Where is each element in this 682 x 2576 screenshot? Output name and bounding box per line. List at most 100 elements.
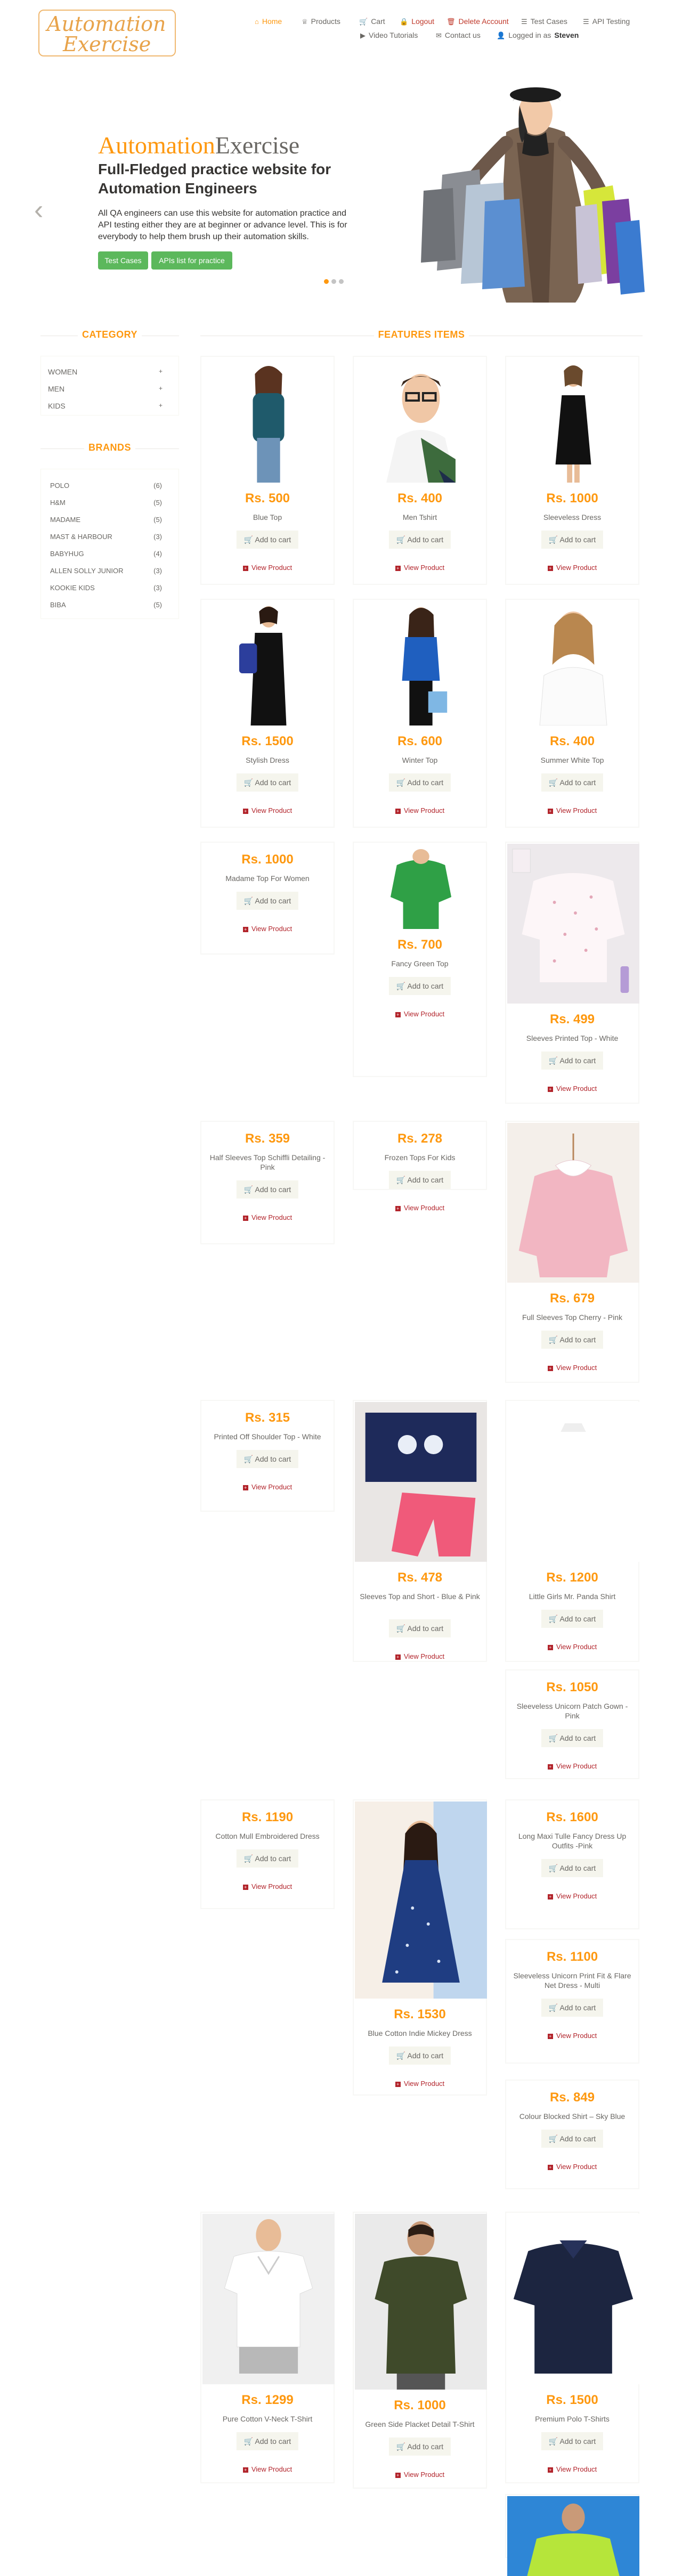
brand-babyhug[interactable]: Babyhug (4)	[50, 550, 162, 558]
nav-video-tutorials[interactable]: ▶ Video Tutorials	[360, 30, 418, 40]
add-to-cart-button[interactable]: 🛒 Add to cart	[388, 977, 451, 995]
view-product-link[interactable]: + View Product	[506, 1892, 638, 1900]
cart-icon: 🛒	[396, 1176, 408, 1184]
nav-test-cases[interactable]: ☰ Test Cases	[521, 16, 567, 27]
slider-dot-2[interactable]	[331, 279, 336, 284]
add-to-cart-button[interactable]: 🛒 Add to cart	[541, 2130, 604, 2148]
view-product-label: View Product	[403, 806, 445, 814]
category-men[interactable]: Men +	[48, 385, 163, 393]
nav-products-label: Products	[311, 17, 340, 26]
view-product-link[interactable]: + View Product	[506, 1364, 638, 1372]
nav-home[interactable]: ⌂ Home	[255, 16, 282, 27]
plus-square-icon: +	[395, 808, 401, 814]
view-product-link[interactable]: + View Product	[354, 806, 486, 814]
view-product-link[interactable]: + View Product	[201, 564, 334, 572]
nav-products[interactable]: ♕ Products	[302, 16, 340, 27]
view-product-link[interactable]: + View Product	[354, 564, 486, 572]
youtube-icon: ▶	[360, 31, 366, 39]
add-to-cart-button[interactable]: 🛒 Add to cart	[236, 1180, 299, 1199]
view-product-link[interactable]: + View Product	[354, 1010, 486, 1018]
nav-logout[interactable]: 🔒 Logout	[400, 16, 434, 27]
view-product-link[interactable]: + View Product	[506, 2163, 638, 2171]
category-kids[interactable]: Kids +	[48, 402, 163, 410]
view-product-link[interactable]: + View Product	[354, 2471, 486, 2479]
view-product-link[interactable]: + View Product	[201, 1882, 334, 1890]
test-cases-button[interactable]: Test Cases	[98, 251, 148, 270]
nav-cart-label: Cart	[371, 17, 385, 26]
add-to-cart-button[interactable]: 🛒 Add to cart	[236, 1849, 299, 1868]
view-product-link[interactable]: + View Product	[201, 1213, 334, 1221]
nav-api-testing[interactable]: ☰ API Testing	[583, 16, 630, 27]
slider-dot-1[interactable]	[324, 279, 329, 284]
plus-square-icon: +	[547, 1644, 553, 1650]
view-product-link[interactable]: + View Product	[201, 806, 334, 814]
add-to-cart-button[interactable]: 🛒 Add to cart	[541, 773, 604, 792]
view-product-link[interactable]: + View Product	[201, 2465, 334, 2473]
brand-kookie-kids[interactable]: Kookie Kids (3)	[50, 584, 162, 592]
view-product-link[interactable]: + View Product	[506, 2032, 638, 2040]
cart-icon: 🛒	[548, 1615, 560, 1623]
brand-madame[interactable]: Madame (5)	[50, 516, 162, 524]
product-card: Rs. 1190 Cotton Mull Embroidered Dress 🛒 A…	[200, 1799, 335, 1909]
brand-allen-solly-junior[interactable]: Allen Solly Junior (3)	[50, 567, 162, 575]
add-to-cart-label: Add to cart	[255, 1455, 291, 1463]
view-product-link[interactable]: + View Product	[506, 806, 638, 814]
product-card: Rs. 1050 Sleeveless Unicorn Patch Gown - …	[505, 1669, 639, 1779]
view-product-link[interactable]: + View Product	[354, 1652, 486, 1660]
add-to-cart-button[interactable]: 🛒 Add to cart	[541, 1051, 604, 1070]
view-product-link[interactable]: + View Product	[506, 1762, 638, 1770]
view-product-link[interactable]: + View Product	[354, 1204, 486, 1212]
product-card: Rs. 1299 Pure Cotton V-Neck T-Shirt 🛒 Add …	[200, 2212, 335, 2483]
brand-mast-harbour[interactable]: Mast & Harbour (3)	[50, 533, 162, 541]
view-product-link[interactable]: + View Product	[201, 1483, 334, 1491]
add-to-cart-label: Add to cart	[559, 2134, 596, 2143]
user-icon: 👤	[497, 31, 506, 39]
cart-icon: 🛒	[548, 535, 560, 544]
apis-list-button[interactable]: APIs list for practice	[151, 251, 232, 270]
plus-square-icon: +	[395, 1012, 401, 1017]
add-to-cart-button[interactable]: 🛒 Add to cart	[541, 1859, 604, 1877]
add-to-cart-button[interactable]: 🛒 Add to cart	[541, 2432, 604, 2450]
category-women[interactable]: Women +	[48, 368, 163, 376]
cart-icon: 🛒	[548, 1056, 560, 1065]
add-to-cart-button[interactable]: 🛒 Add to cart	[236, 773, 299, 792]
slider-dot-3[interactable]	[339, 279, 344, 284]
add-to-cart-button[interactable]: 🛒 Add to cart	[388, 1171, 451, 1189]
add-to-cart-button[interactable]: 🛒 Add to cart	[236, 531, 299, 549]
add-to-cart-button[interactable]: 🛒 Add to cart	[236, 892, 299, 910]
view-product-link[interactable]: + View Product	[506, 564, 638, 572]
add-to-cart-label: Add to cart	[407, 1624, 444, 1633]
product-price: Rs. 1530	[394, 2007, 446, 2021]
add-to-cart-button[interactable]: 🛒 Add to cart	[388, 531, 451, 549]
add-to-cart-button[interactable]: 🛒 Add to cart	[388, 1619, 451, 1637]
nav-contact-us[interactable]: ✉ Contact us	[436, 30, 481, 40]
add-to-cart-button[interactable]: 🛒 Add to cart	[541, 531, 604, 549]
view-product-link[interactable]: + View Product	[506, 1085, 638, 1093]
nav-cart[interactable]: 🛒 Cart	[359, 16, 385, 27]
view-product-link[interactable]: + View Product	[201, 925, 334, 933]
add-to-cart-label: Add to cart	[559, 2437, 596, 2445]
site-logo[interactable]: Automation Exercise	[38, 10, 176, 56]
slider-prev-arrow[interactable]: ‹	[34, 196, 43, 224]
cart-icon: 🛒	[396, 778, 408, 787]
brand-hm[interactable]: H&M (5)	[50, 499, 162, 507]
add-to-cart-button[interactable]: 🛒 Add to cart	[388, 773, 451, 792]
brand-biba[interactable]: Biba (5)	[50, 601, 162, 609]
nav-delete-account-label: Delete Account	[458, 17, 509, 26]
add-to-cart-button[interactable]: 🛒 Add to cart	[388, 2438, 451, 2456]
logged-in-prefix: Logged in as	[508, 31, 551, 39]
view-product-link[interactable]: + View Product	[354, 2080, 486, 2088]
brand-polo[interactable]: Polo (6)	[50, 482, 162, 490]
add-to-cart-button[interactable]: 🛒 Add to cart	[541, 1999, 604, 2017]
add-to-cart-button[interactable]: 🛒 Add to cart	[541, 1729, 604, 1747]
add-to-cart-label: Add to cart	[559, 1056, 596, 1065]
view-product-link[interactable]: + View Product	[506, 2465, 638, 2473]
add-to-cart-button[interactable]: 🛒 Add to cart	[236, 1450, 299, 1468]
add-to-cart-button[interactable]: 🛒 Add to cart	[541, 1610, 604, 1628]
view-product-link[interactable]: + View Product	[506, 1643, 638, 1651]
add-to-cart-label: Add to cart	[559, 1615, 596, 1623]
nav-delete-account[interactable]: 🗑 Delete Account	[446, 16, 509, 27]
add-to-cart-button[interactable]: 🛒 Add to cart	[541, 1331, 604, 1349]
add-to-cart-button[interactable]: 🛒 Add to cart	[388, 2047, 451, 2065]
add-to-cart-button[interactable]: 🛒 Add to cart	[236, 2432, 299, 2450]
